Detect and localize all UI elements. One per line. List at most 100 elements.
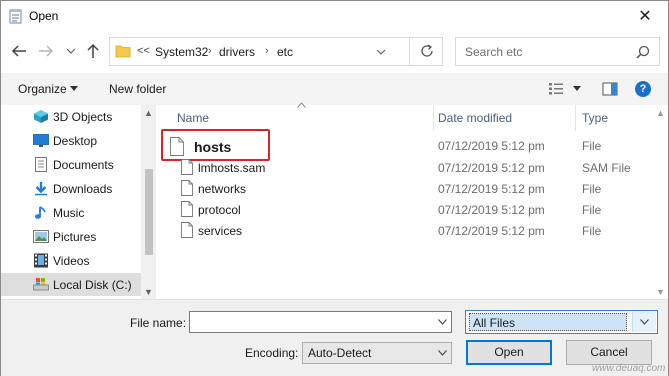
file-name: services (198, 224, 243, 238)
file-icon (181, 201, 193, 217)
column-type[interactable]: Type (582, 111, 608, 125)
nav-item-label: Desktop (53, 134, 98, 148)
file-type: File (582, 224, 602, 238)
column-date-modified[interactable]: Date modified (438, 111, 512, 125)
close-icon: ✕ (638, 8, 652, 25)
filter-value: All Files (473, 316, 516, 330)
file-name: lmhosts.sam (198, 161, 266, 175)
file-icon (181, 222, 193, 238)
nav-item-videos[interactable]: Videos (1, 249, 141, 272)
caret-down-icon[interactable] (70, 86, 78, 92)
nav-item-desktop[interactable]: Desktop (1, 129, 141, 152)
file-name-field[interactable] (189, 311, 452, 333)
view-options-icon[interactable] (548, 82, 564, 96)
nav-item-3d-objects[interactable]: 3D Objects (1, 105, 141, 128)
local-disk-icon (33, 278, 49, 291)
filter-selection: All Files (469, 313, 627, 331)
nav-item-label: Pictures (53, 230, 97, 244)
breadcrumb-separator[interactable]: › (208, 45, 212, 57)
chevron-down-icon[interactable] (65, 45, 77, 57)
sort-ascending-icon (297, 102, 306, 108)
breadcrumb-system32[interactable]: System32 (155, 45, 208, 59)
cancel-button[interactable]: Cancel (566, 340, 652, 365)
file-date: 07/12/2019 5:12 pm (438, 224, 545, 238)
file-type: File (582, 139, 602, 153)
folder-icon (115, 45, 131, 58)
help-icon[interactable]: ? (635, 81, 651, 97)
column-separator[interactable] (575, 105, 576, 131)
chevron-down-icon[interactable] (438, 350, 447, 356)
nav-item-pictures[interactable]: Pictures (1, 225, 141, 248)
back-arrow-icon[interactable] (10, 42, 28, 60)
encoding-select[interactable]: Auto-Detect (302, 342, 452, 364)
file-row-lmhosts[interactable]: lmhosts.sam 07/12/2019 5:12 pm SAM File (161, 157, 653, 178)
nav-item-downloads[interactable]: Downloads (1, 177, 141, 200)
file-type: SAM File (582, 161, 631, 175)
downloads-icon (35, 182, 47, 196)
file-type: File (582, 203, 602, 217)
search-input[interactable]: Search etc (455, 37, 660, 66)
open-button[interactable]: Open (466, 340, 552, 365)
nav-item-label: Downloads (53, 182, 113, 196)
new-folder-button[interactable]: New folder (109, 82, 166, 96)
file-list-scrollbar[interactable] (653, 105, 668, 299)
close-button[interactable]: ✕ (630, 3, 660, 29)
refresh-icon[interactable] (419, 43, 435, 59)
address-bar[interactable]: << System32 › drivers › etc (109, 37, 443, 66)
caret-down-icon[interactable] (573, 86, 581, 92)
file-date: 07/12/2019 5:12 pm (438, 139, 545, 153)
up-arrow-icon[interactable] (84, 42, 102, 60)
breadcrumb-separator[interactable]: › (265, 45, 269, 57)
nav-item-label: Music (53, 206, 85, 220)
scroll-down-icon[interactable]: ▼ (144, 287, 153, 297)
nav-scrollbar-thumb[interactable] (145, 169, 153, 255)
scroll-down-icon[interactable]: ▼ (656, 287, 665, 297)
chevron-down-icon[interactable] (438, 319, 447, 325)
breadcrumb-etc[interactable]: etc (277, 45, 293, 59)
documents-icon (35, 157, 47, 172)
videos-icon (34, 253, 48, 268)
address-dropdown-icon[interactable] (375, 46, 387, 58)
file-list-header: Name Date modified Type (161, 105, 653, 131)
file-row-networks[interactable]: networks 07/12/2019 5:12 pm File (161, 178, 653, 199)
file-name: protocol (198, 203, 241, 217)
nav-item-local-disk[interactable]: Local Disk (C:) (1, 273, 141, 296)
file-row-services[interactable]: services 07/12/2019 5:12 pm File (161, 220, 653, 241)
search-icon (636, 45, 650, 59)
pictures-icon (33, 230, 49, 243)
scroll-up-icon[interactable]: ▲ (656, 108, 665, 118)
nav-item-label: Local Disk (C:) (53, 278, 132, 292)
nav-item-music[interactable]: Music (1, 201, 141, 224)
breadcrumb-overflow[interactable]: << (137, 45, 150, 57)
nav-item-label: Documents (53, 158, 114, 172)
desktop-icon (33, 134, 49, 147)
file-type-filter[interactable]: All Files (465, 310, 658, 334)
nav-item-label: 3D Objects (53, 110, 113, 124)
address-divider (409, 38, 410, 65)
music-icon (35, 206, 46, 219)
column-name[interactable]: Name (177, 111, 209, 125)
organize-button[interactable]: Organize (18, 82, 67, 96)
encoding-label: Encoding: (245, 346, 299, 360)
search-placeholder: Search etc (465, 45, 523, 59)
command-bar: Organize New folder ? (1, 73, 668, 105)
scroll-up-icon[interactable]: ▲ (144, 108, 153, 118)
column-separator[interactable] (433, 105, 434, 131)
open-dialog: Open ✕ << System32 › drivers › etc Searc… (0, 0, 669, 376)
file-icon (181, 159, 193, 175)
preview-pane-icon[interactable] (602, 82, 618, 96)
window-title: Open (29, 9, 59, 23)
file-row-protocol[interactable]: protocol 07/12/2019 5:12 pm File (161, 199, 653, 220)
chevron-down-icon[interactable] (640, 319, 649, 325)
title-bar[interactable]: Open ✕ (1, 1, 668, 31)
file-name: networks (198, 182, 247, 196)
file-date: 07/12/2019 5:12 pm (438, 161, 545, 175)
file-date: 07/12/2019 5:12 pm (438, 182, 545, 196)
file-icon (181, 180, 193, 196)
nav-item-label: Videos (53, 254, 90, 268)
navigation-pane: 3D Objects Desktop Documents Downloads M… (1, 105, 156, 299)
watermark: www.deuaq.com (592, 363, 666, 374)
breadcrumb-drivers[interactable]: drivers (219, 45, 255, 59)
forward-arrow-icon[interactable] (37, 42, 55, 60)
nav-item-documents[interactable]: Documents (1, 153, 141, 176)
